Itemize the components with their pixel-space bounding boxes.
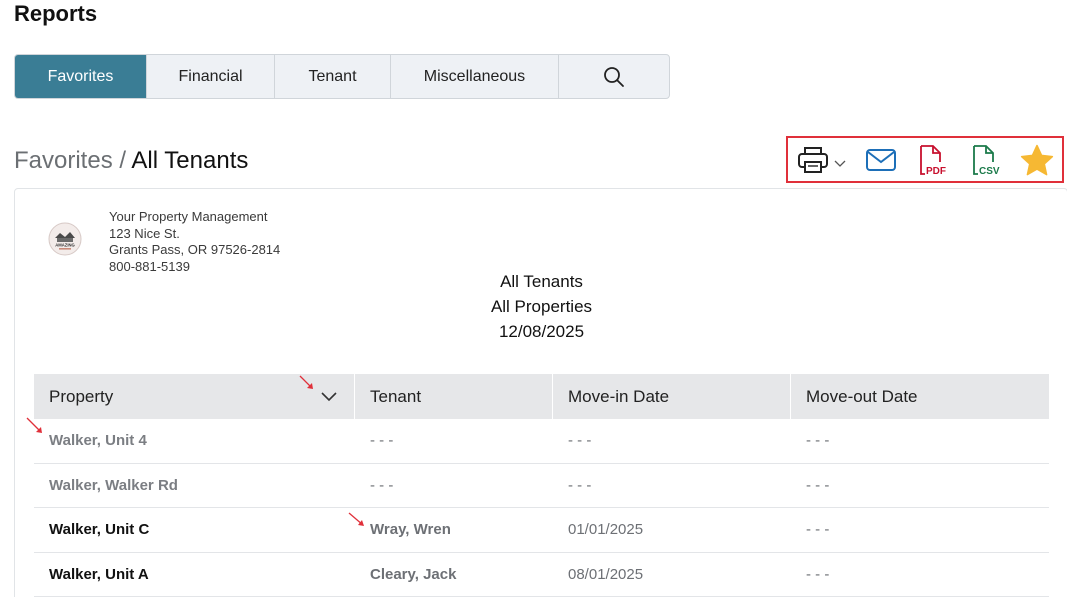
breadcrumb-parent[interactable]: Favorites bbox=[14, 147, 113, 174]
cell-tenant: - - - bbox=[370, 432, 394, 450]
company-info: Your Property Management 123 Nice St. Gr… bbox=[109, 209, 280, 275]
breadcrumb-separator: / bbox=[119, 147, 127, 174]
annotation-arrow bbox=[348, 512, 364, 526]
cell-move-out: - - - bbox=[806, 521, 830, 539]
tab-search[interactable] bbox=[559, 55, 669, 98]
pdf-label: PDF bbox=[926, 166, 946, 176]
report-scope: All Properties bbox=[490, 297, 593, 316]
cell-move-out: - - - bbox=[806, 565, 830, 583]
header-property-label: Property bbox=[49, 386, 114, 406]
header-move-in[interactable]: Move-in Date bbox=[553, 374, 791, 419]
csv-export-button[interactable]: CSV bbox=[960, 138, 1012, 181]
print-button[interactable] bbox=[788, 138, 856, 181]
company-address-line2: Grants Pass, OR 97526-2814 bbox=[109, 242, 281, 257]
csv-icon: CSV bbox=[973, 144, 1000, 176]
cell-move-out: - - - bbox=[806, 432, 830, 450]
search-icon bbox=[604, 66, 624, 87]
report-category-tabs: Favorites Financial Tenant Miscellaneous bbox=[14, 54, 670, 99]
cell-property[interactable]: Walker, Unit 4 bbox=[34, 419, 355, 463]
breadcrumb: Favorites / All Tenants bbox=[14, 146, 248, 176]
report-heading: All Tenants All Properties 12/08/2025 bbox=[0, 269, 1067, 344]
tab-tenant[interactable]: Tenant bbox=[275, 55, 391, 98]
cell-move-in: 01/01/2025 bbox=[568, 521, 644, 539]
cell-move-in: - - - bbox=[568, 476, 592, 494]
table-row[interactable]: Walker, Unit A Cleary, Jack 08/01/2025 -… bbox=[34, 553, 1049, 597]
table-row[interactable]: Walker, Unit C Wray, Wren 01/01/2025 - -… bbox=[34, 508, 1049, 553]
company-logo: AMAZING bbox=[48, 222, 82, 256]
table-row[interactable]: Walker, Unit 4 - - - - - - - - - bbox=[34, 419, 1049, 464]
tab-favorites[interactable]: Favorites bbox=[15, 55, 147, 98]
email-button[interactable] bbox=[856, 138, 906, 181]
report-date: 12/08/2025 bbox=[498, 322, 585, 341]
chevron-down-icon[interactable] bbox=[320, 389, 338, 403]
chevron-down-icon[interactable] bbox=[833, 158, 847, 168]
csv-label: CSV bbox=[979, 166, 1000, 176]
cell-tenant[interactable]: Wray, Wren bbox=[355, 508, 553, 552]
company-name: Your Property Management bbox=[109, 209, 268, 224]
printer-icon bbox=[798, 146, 828, 173]
breadcrumb-current: All Tenants bbox=[131, 147, 249, 174]
header-move-out[interactable]: Move-out Date bbox=[791, 374, 1049, 419]
cell-property[interactable]: Walker, Unit A bbox=[34, 553, 355, 597]
cell-tenant: - - - bbox=[370, 476, 394, 494]
pdf-icon: PDF bbox=[920, 144, 946, 176]
annotation-arrow bbox=[299, 375, 313, 389]
tab-financial[interactable]: Financial bbox=[147, 55, 275, 98]
annotation-arrow bbox=[26, 417, 42, 433]
cell-move-out: - - - bbox=[806, 476, 830, 494]
table-row[interactable]: Walker, Walker Rd - - - - - - - - - bbox=[34, 464, 1049, 508]
pdf-export-button[interactable]: PDF bbox=[906, 138, 960, 181]
report-title: All Tenants bbox=[500, 272, 583, 291]
cell-property[interactable]: Walker, Unit C bbox=[34, 508, 355, 552]
page-title: Reports bbox=[14, 1, 98, 26]
header-tenant[interactable]: Tenant bbox=[355, 374, 553, 419]
tenants-table: Property Tenant Move-in Date Move-out Da… bbox=[34, 374, 1049, 597]
favorite-star-button[interactable] bbox=[1012, 138, 1062, 181]
star-icon bbox=[1020, 144, 1054, 175]
tab-miscellaneous[interactable]: Miscellaneous bbox=[391, 55, 559, 98]
cell-move-in: 08/01/2025 bbox=[568, 565, 644, 583]
cell-move-in: - - - bbox=[568, 432, 592, 450]
email-icon bbox=[866, 148, 896, 171]
svg-text:AMAZING: AMAZING bbox=[55, 243, 75, 248]
table-header: Property Tenant Move-in Date Move-out Da… bbox=[34, 374, 1049, 419]
cell-tenant[interactable]: Cleary, Jack bbox=[355, 553, 553, 597]
cell-property[interactable]: Walker, Walker Rd bbox=[34, 464, 355, 508]
report-actions-toolbar: PDF CSV bbox=[786, 136, 1064, 183]
company-address-line1: 123 Nice St. bbox=[109, 225, 180, 241]
